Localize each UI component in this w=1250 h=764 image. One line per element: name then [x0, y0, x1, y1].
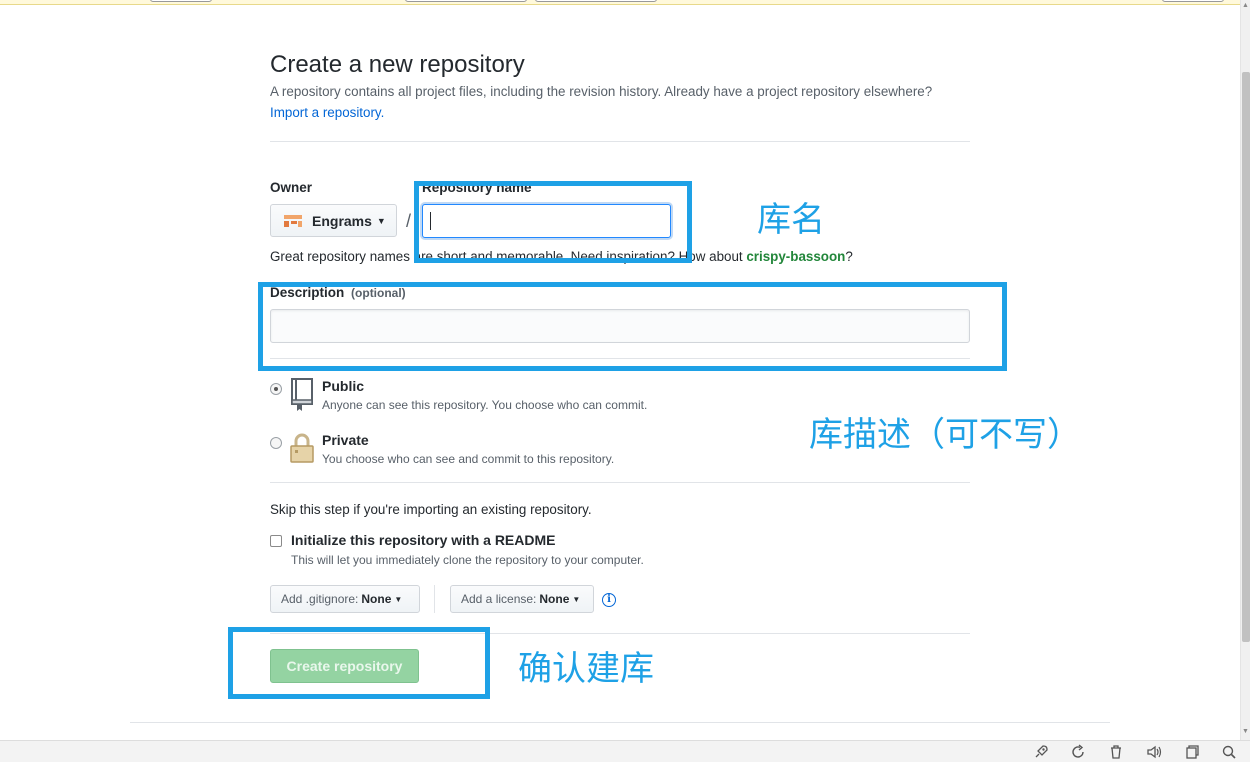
hint-suffix: ? [845, 249, 853, 264]
page-title: Create a new repository [270, 51, 525, 78]
select-separator [434, 585, 435, 613]
owner-dropdown-button[interactable]: Engrams ▼ [270, 204, 397, 237]
browser-tab-stub[interactable] [535, 0, 657, 2]
annotation-text-create: 确认建库 [518, 649, 654, 689]
annotation-box-create [228, 627, 490, 699]
page-subtitle: A repository contains all project files,… [270, 84, 933, 99]
scroll-down-icon[interactable]: ▼ [1242, 728, 1249, 735]
public-desc: Anyone can see this repository. You choo… [322, 398, 648, 412]
browser-status-bar [0, 740, 1250, 762]
init-readme-title[interactable]: Initialize this repository with a README [291, 532, 555, 548]
import-repository-link[interactable]: Import a repository. [270, 105, 384, 120]
chevron-down-icon: ▼ [572, 594, 581, 604]
vertical-scrollbar[interactable]: ▲ ▼ [1240, 0, 1250, 740]
annotation-box-description [258, 282, 1007, 371]
divider [270, 482, 970, 483]
annotation-text-repo-name: 库名 [757, 200, 825, 240]
visibility-private-option[interactable]: Private You choose who can see and commi… [270, 432, 870, 472]
repo-book-icon [289, 378, 315, 412]
public-title: Public [322, 378, 365, 394]
refresh-icon[interactable] [1070, 744, 1086, 764]
license-value: None [539, 592, 570, 606]
name-suggestion: crispy-bassoon [746, 249, 846, 264]
volume-icon[interactable] [1146, 744, 1162, 764]
gitignore-label: Add .gitignore: [281, 592, 359, 606]
scroll-up-icon[interactable]: ▲ [1242, 2, 1249, 9]
visibility-public-option[interactable]: Public Anyone can see this repository. Y… [270, 378, 870, 418]
owner-repo-separator: / [406, 211, 412, 231]
chevron-down-icon: ▼ [376, 215, 386, 226]
owner-label: Owner [270, 180, 313, 195]
search-icon[interactable] [1221, 744, 1237, 764]
gitignore-value: None [361, 592, 392, 606]
annotation-text-description: 库描述（可不写） [809, 415, 1081, 455]
init-readme-checkbox[interactable] [270, 535, 282, 547]
browser-tab-stub[interactable] [150, 0, 212, 2]
init-readme-desc: This will let you immediately clone the … [291, 553, 644, 567]
private-title: Private [322, 432, 369, 448]
lock-icon [289, 432, 315, 466]
browser-tab-stub[interactable] [1162, 0, 1224, 2]
annotation-box-repo-name [414, 181, 692, 263]
gitignore-select[interactable]: Add .gitignore: None ▼ [270, 585, 420, 613]
license-select[interactable]: Add a license: None ▼ [450, 585, 594, 613]
private-desc: You choose who can see and commit to thi… [322, 452, 615, 466]
browser-tab-stub[interactable] [405, 0, 527, 2]
rocket-icon[interactable] [1033, 744, 1049, 764]
public-radio[interactable] [270, 383, 282, 395]
info-icon[interactable]: i [602, 593, 616, 607]
skip-text: Skip this step if you're importing an ex… [270, 502, 592, 517]
chevron-down-icon: ▼ [394, 594, 403, 604]
scrollbar-thumb[interactable] [1242, 72, 1250, 642]
window-icon[interactable] [1184, 744, 1200, 764]
license-label: Add a license: [461, 592, 537, 606]
footer-divider [130, 722, 1110, 723]
owner-avatar-icon [283, 213, 303, 229]
divider [270, 141, 970, 142]
owner-name: Engrams [312, 212, 372, 229]
browser-top-strip [0, 0, 1250, 5]
private-radio[interactable] [270, 437, 282, 449]
trash-icon[interactable] [1108, 744, 1124, 764]
